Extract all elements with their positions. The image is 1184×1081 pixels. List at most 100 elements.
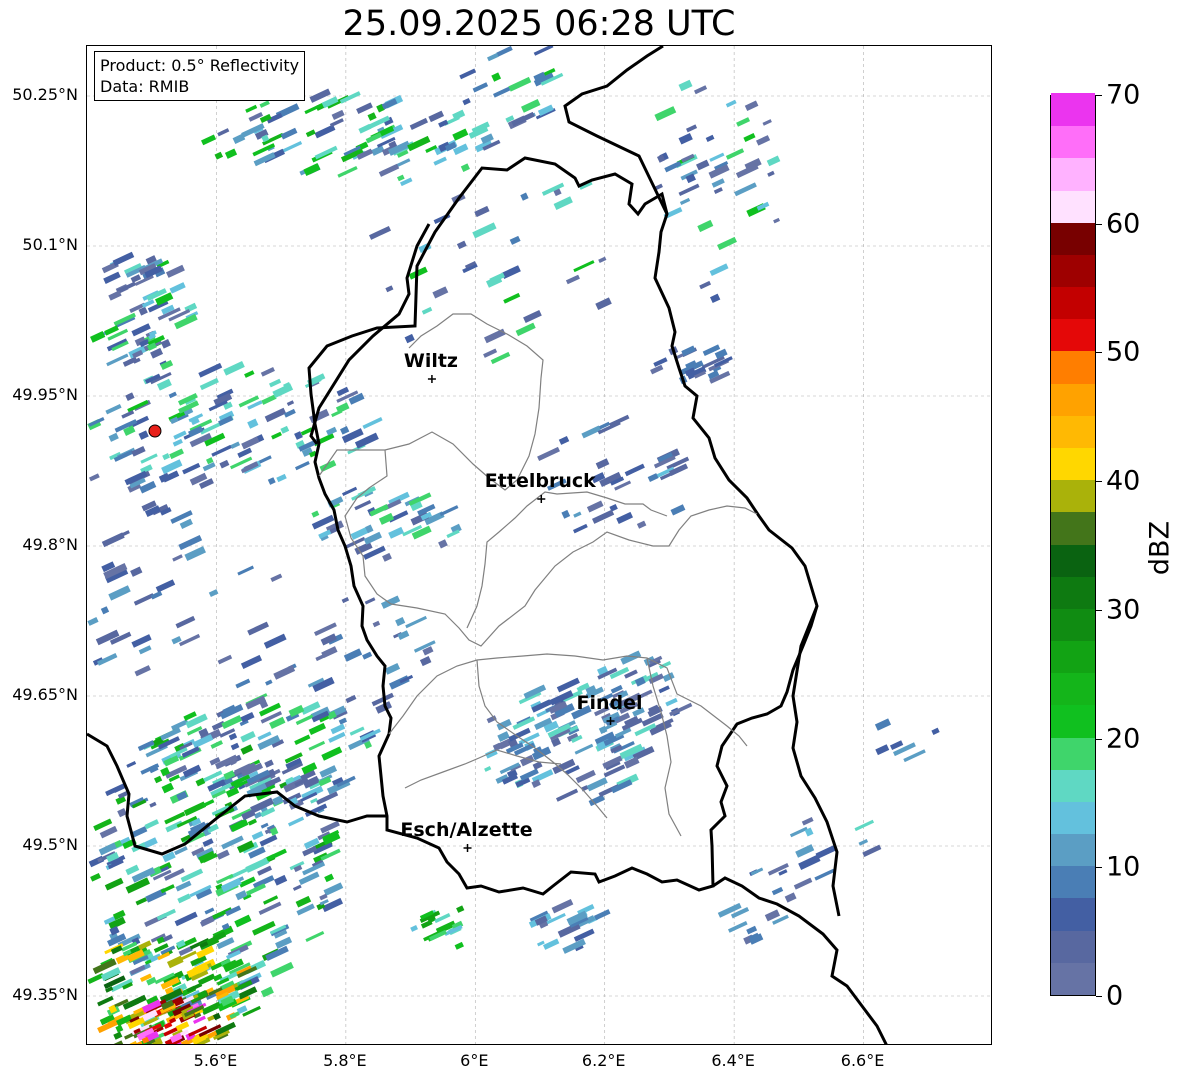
echo-cell [594,909,611,921]
echo-cell [169,282,186,294]
echo-cell [305,931,325,943]
echo-cell [133,593,155,606]
lat-tick-label: 50.25°N [12,85,78,104]
echo-cell [405,615,427,629]
echo-cell [369,225,392,240]
colorbar-tick [1096,481,1102,483]
echo-cell [235,678,251,689]
colorbar-tick-label: 60 [1106,208,1141,240]
echo-cell [319,459,337,472]
echo-cell [762,119,772,126]
map-canvas [87,46,991,1044]
echo-cell [362,417,383,429]
echo-cell [125,392,135,401]
echo-cell [108,585,131,601]
echo-cell [573,511,582,518]
echo-cell [678,79,693,92]
colorbar-segment [1051,736,1095,770]
echo-cell [298,871,320,886]
data-source-label: Data: RMIB [100,77,190,96]
echo-cell [280,425,290,434]
colorbar-tick [1096,95,1102,96]
echo-cell [784,892,797,903]
echo-cell [174,911,198,927]
echo-cell [372,620,381,628]
echo-cell [356,102,373,114]
echo-cell [490,351,511,365]
echo-cell [397,630,410,640]
echo-cell [521,99,541,113]
echo-cell [175,615,196,629]
echo-cell [438,539,448,549]
echo-cell [154,775,163,784]
echo-cell [496,718,512,731]
radar-map[interactable] [86,45,992,1045]
lat-tick-label: 50.1°N [22,235,78,254]
lat-tick-label: 49.8°N [22,535,78,554]
echo-cell [179,633,201,647]
echo-cell [561,509,571,519]
city-label: Ettelbruck [484,470,596,492]
colorbar-segment [1051,672,1095,706]
luxembourg-border [307,156,819,896]
echo-cell [378,512,395,525]
echo-cell [110,1040,124,1044]
echo-cell [709,263,729,277]
echo-cell [263,633,287,649]
echo-cell [575,769,596,784]
echo-cell [245,104,258,113]
echo-cell [308,740,326,751]
echo-cell [694,85,708,95]
echo-cell [247,418,259,429]
echo-cell [456,240,467,250]
echo-cell [208,589,219,598]
echo-cell [170,719,189,731]
colorbar-segment [1051,576,1095,609]
echo-cell [337,166,358,178]
echo-cell [665,697,678,707]
echo-cell [543,938,560,950]
echo-cell [295,461,310,471]
echo-cell [87,972,105,984]
echo-cell [283,408,296,418]
echo-cell [199,377,219,391]
colorbar-tick-label: 70 [1106,79,1141,111]
lon-tick-label: 6.4°E [711,1051,755,1070]
echo-cell [397,174,405,182]
colorbar-segment [1051,479,1095,513]
echo-cell [288,816,305,827]
echo-cell [565,274,580,285]
colorbar-segment [1051,640,1095,674]
colorbar-segment [1051,350,1095,384]
echo-cell [213,1012,221,1021]
echo-cell [699,280,712,290]
echo-cell [650,364,664,375]
echo-cell [696,159,710,171]
echo-cell [744,100,759,111]
colorbar-tick [1096,223,1102,225]
echo-cell [303,163,321,176]
echo-cell [595,458,610,470]
echo-cell [286,400,295,406]
echo-cell [88,473,100,482]
echo-cell [130,566,143,577]
map-title: 25.09.2025 06:28 UTC [342,4,736,44]
colorbar-tick-label: 50 [1106,336,1141,368]
echo-cell [135,897,148,906]
echo-cell [177,893,191,904]
reflectivity-echoes [87,46,940,1044]
echo-cell [814,868,835,881]
colorbar-tick [1096,867,1102,869]
echo-cell [105,403,122,415]
echo-cell [362,651,373,660]
echo-cell [160,359,174,370]
echo-cell [216,849,230,860]
echo-cell [746,925,758,935]
echo-cell [404,333,415,344]
echo-cell [354,499,372,511]
echo-cell [217,654,233,665]
echo-cell [771,886,784,896]
colorbar-tick [1096,352,1102,354]
echo-cell [160,339,171,349]
colorbar-label: dBZ [1144,520,1176,576]
